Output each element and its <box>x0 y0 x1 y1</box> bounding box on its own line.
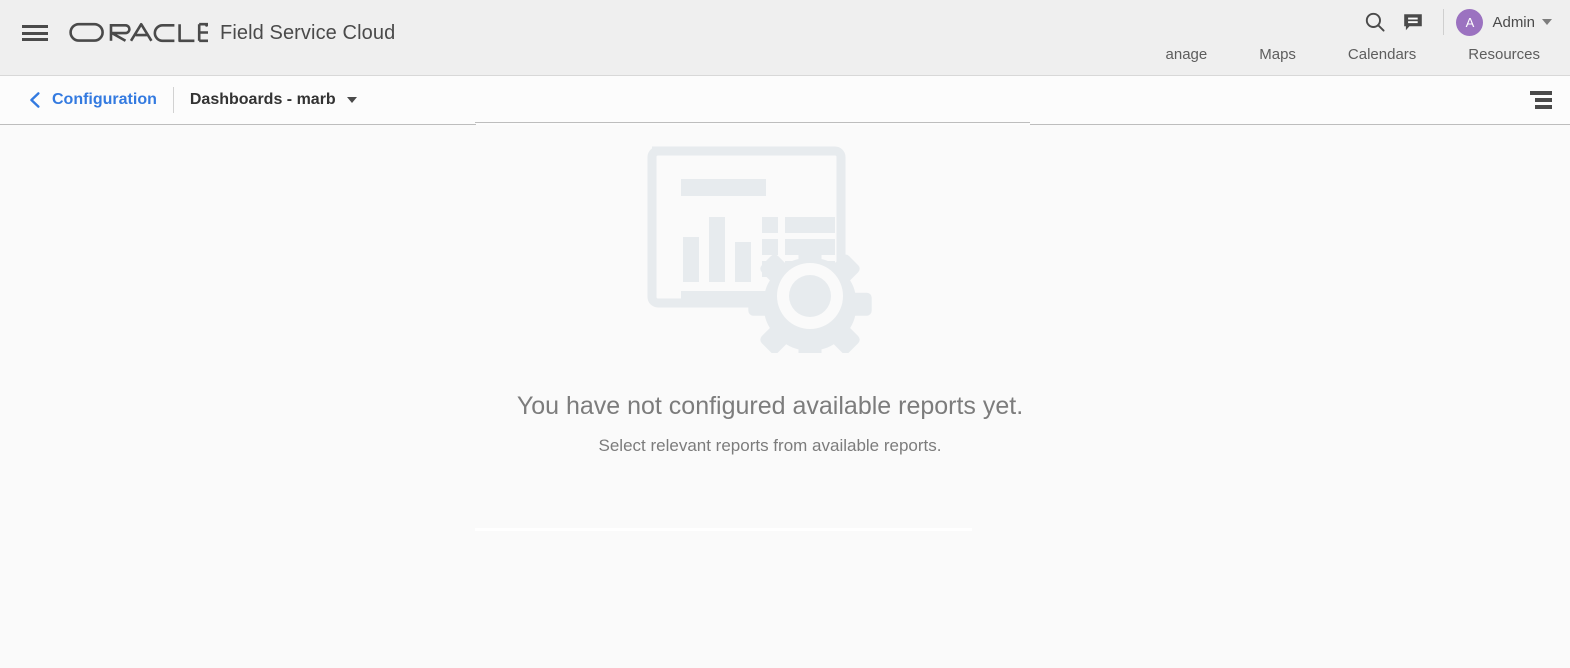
dashboard-content: You have not configured available report… <box>0 125 1570 668</box>
nav-link-maps[interactable]: Maps <box>1233 44 1322 66</box>
empty-state: You have not configured available report… <box>0 125 1540 457</box>
breadcrumb-link-configuration[interactable]: Configuration <box>52 91 157 109</box>
nav-link-resources[interactable]: Resources <box>1442 44 1550 66</box>
breadcrumb-divider <box>172 87 174 113</box>
hamburger-bar <box>22 38 48 41</box>
tools-divider <box>1443 9 1445 35</box>
search-icon[interactable] <box>1359 6 1391 38</box>
breadcrumb-bar: Configuration Dashboards - marb <box>0 76 1570 125</box>
list-menu-icon[interactable] <box>1524 87 1552 113</box>
content-divider <box>475 528 972 531</box>
empty-state-title: You have not configured available report… <box>516 392 1024 420</box>
oracle-logo[interactable] <box>68 20 208 46</box>
menu-bar <box>1535 105 1552 109</box>
page-title: Dashboards - marb <box>189 91 336 108</box>
breadcrumb: Configuration Dashboards - marb <box>26 76 357 124</box>
empty-state-subtitle: Select relevant reports from available r… <box>598 436 942 455</box>
hamburger-bar <box>22 31 48 35</box>
user-menu[interactable]: A Admin <box>1456 8 1552 36</box>
chevron-left-icon[interactable] <box>26 91 44 109</box>
menu-bar <box>1530 91 1552 95</box>
hamburger-bar <box>22 25 48 28</box>
oracle-field-service-cloud-app: Field Service Cloud A Admin anage Maps C… <box>0 0 1570 668</box>
subbar-border-mid <box>475 122 1030 123</box>
header-tools: A Admin <box>1353 6 1552 38</box>
user-name: Admin <box>1492 13 1535 31</box>
avatar: A <box>1456 8 1484 36</box>
nav-link-calendars[interactable]: Calendars <box>1322 44 1442 66</box>
menu-bar <box>1535 98 1552 102</box>
top-header: Field Service Cloud A Admin anage Maps C… <box>0 0 1570 76</box>
chevron-down-icon[interactable] <box>346 97 357 103</box>
brand-area: Field Service Cloud <box>22 20 395 46</box>
chevron-down-icon[interactable] <box>1542 19 1552 25</box>
hamburger-menu-icon[interactable] <box>22 23 48 43</box>
product-name: Field Service Cloud <box>220 22 396 44</box>
chat-bubble-icon[interactable] <box>1397 6 1429 38</box>
nav-link-manage[interactable]: anage <box>1140 44 1234 66</box>
header-nav: anage Maps Calendars Resources <box>1140 44 1550 66</box>
report-with-gear-icon <box>645 141 895 366</box>
